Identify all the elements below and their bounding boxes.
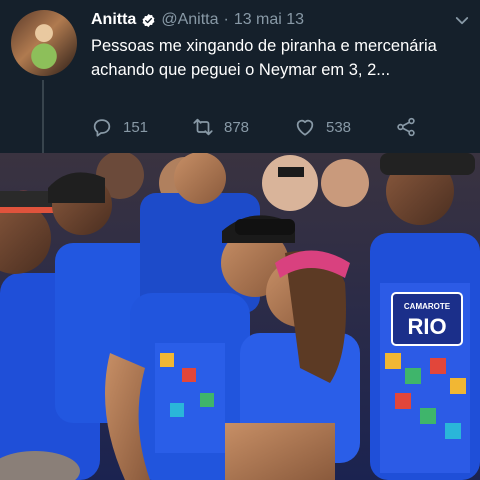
tweet-date[interactable]: 13 mai 13 bbox=[234, 11, 304, 29]
reply-count: 151 bbox=[123, 118, 149, 136]
verified-icon bbox=[142, 13, 155, 27]
retweet-count: 878 bbox=[224, 118, 250, 136]
handle[interactable]: @Anitta bbox=[161, 11, 218, 29]
photo-illustration: CAMAROTE RIO bbox=[0, 153, 480, 480]
tweet-text: Pessoas me xingando de piranha e mercená… bbox=[91, 37, 437, 79]
tweet-actions: 151 878 538 bbox=[91, 116, 421, 140]
like-count: 538 bbox=[326, 118, 352, 136]
tweet-card[interactable]: Anitta @Anitta · 13 mai 13 Pessoas me xi… bbox=[0, 0, 480, 154]
like-button[interactable]: 538 bbox=[294, 116, 351, 138]
reply-icon bbox=[93, 119, 111, 137]
share-button[interactable] bbox=[395, 116, 417, 138]
shirt-rio-text: RIO bbox=[407, 314, 446, 339]
attached-photo[interactable]: CAMAROTE RIO bbox=[0, 153, 480, 480]
thread-line bbox=[42, 80, 44, 154]
retweet-icon bbox=[193, 118, 213, 136]
shirt-small-text: CAMAROTE bbox=[404, 302, 451, 311]
reply-button[interactable]: 151 bbox=[91, 116, 148, 138]
separator-dot: · bbox=[223, 11, 229, 28]
display-name[interactable]: Anitta bbox=[91, 11, 136, 29]
retweet-button[interactable]: 878 bbox=[192, 116, 249, 138]
like-icon bbox=[296, 119, 314, 136]
chevron-down-icon[interactable] bbox=[453, 12, 471, 30]
share-icon bbox=[397, 117, 415, 137]
avatar[interactable] bbox=[11, 10, 77, 76]
tweet-header: Anitta @Anitta · 13 mai 13 bbox=[91, 9, 304, 31]
